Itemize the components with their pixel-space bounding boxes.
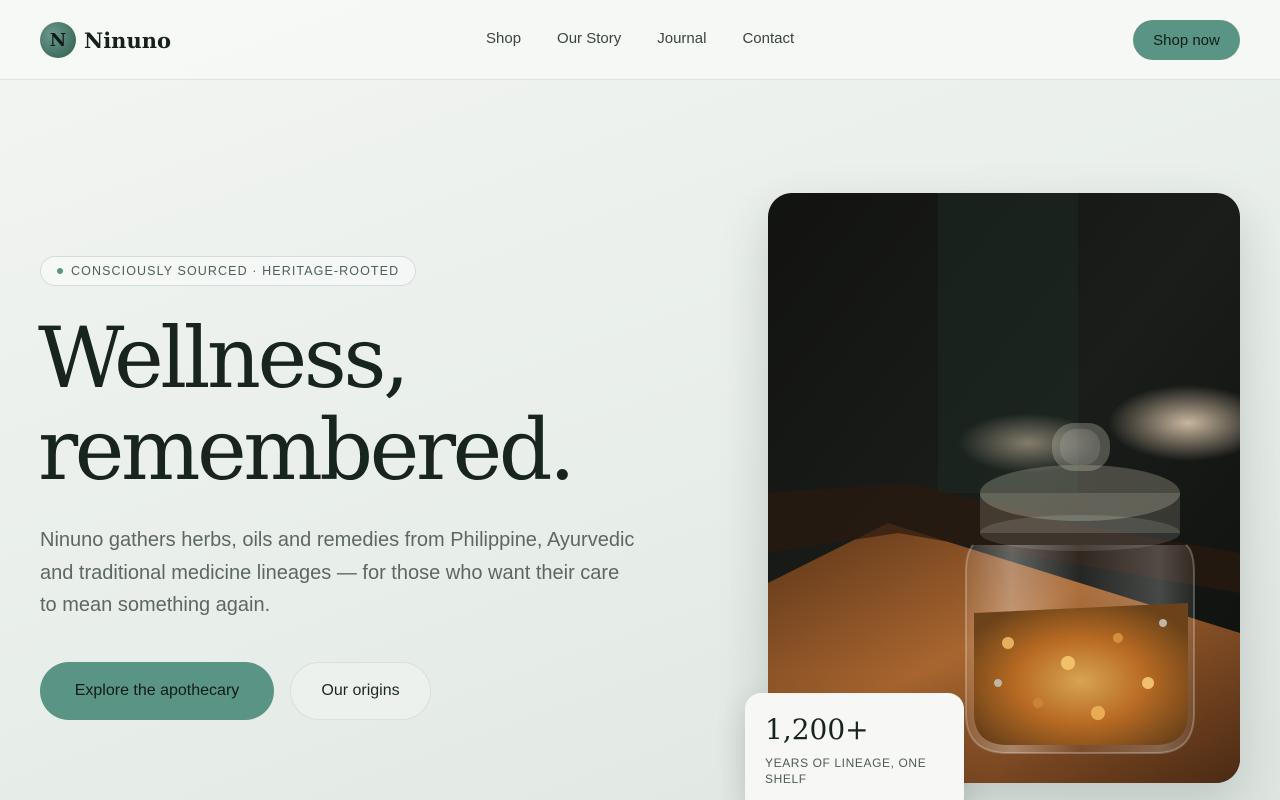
stat-value: 1,200+ [765, 713, 869, 746]
lineage-stat-card: 1,200+ YEARS OF LINEAGE, ONE SHELF [745, 693, 964, 800]
logo[interactable]: N Ninuno [40, 22, 171, 58]
nav-link-our-story[interactable]: Our Story [557, 30, 621, 47]
nav-link-shop[interactable]: Shop [486, 30, 521, 47]
stat-label: YEARS OF LINEAGE, ONE SHELF [765, 756, 927, 786]
headline-line-2: remembered. [38, 401, 576, 499]
nav-link-contact[interactable]: Contact [742, 30, 794, 47]
logo-mark-icon: N [40, 22, 76, 58]
our-origins-button[interactable]: Our origins [290, 662, 431, 720]
dot-icon [57, 268, 63, 274]
site-header: N Ninuno Shop Our Story Journal Contact … [0, 0, 1280, 80]
headline-line-1: Wellness, [38, 309, 410, 407]
shop-now-button[interactable]: Shop now [1133, 20, 1240, 60]
brand-name: Ninuno [84, 27, 171, 53]
tagline-badge: CONSCIOUSLY SOURCED · HERITAGE-ROOTED [40, 256, 417, 286]
nav-link-journal[interactable]: Journal [657, 30, 706, 47]
tagline-text: CONSCIOUSLY SOURCED · HERITAGE-ROOTED [71, 264, 400, 278]
main-nav: Shop Our Story Journal Contact [486, 30, 794, 47]
hero-headline: Wellness, remembered. [38, 312, 678, 496]
hero-description: Ninuno gathers herbs, oils and remedies … [40, 529, 635, 616]
explore-apothecary-button[interactable]: Explore the apothecary [40, 662, 274, 720]
